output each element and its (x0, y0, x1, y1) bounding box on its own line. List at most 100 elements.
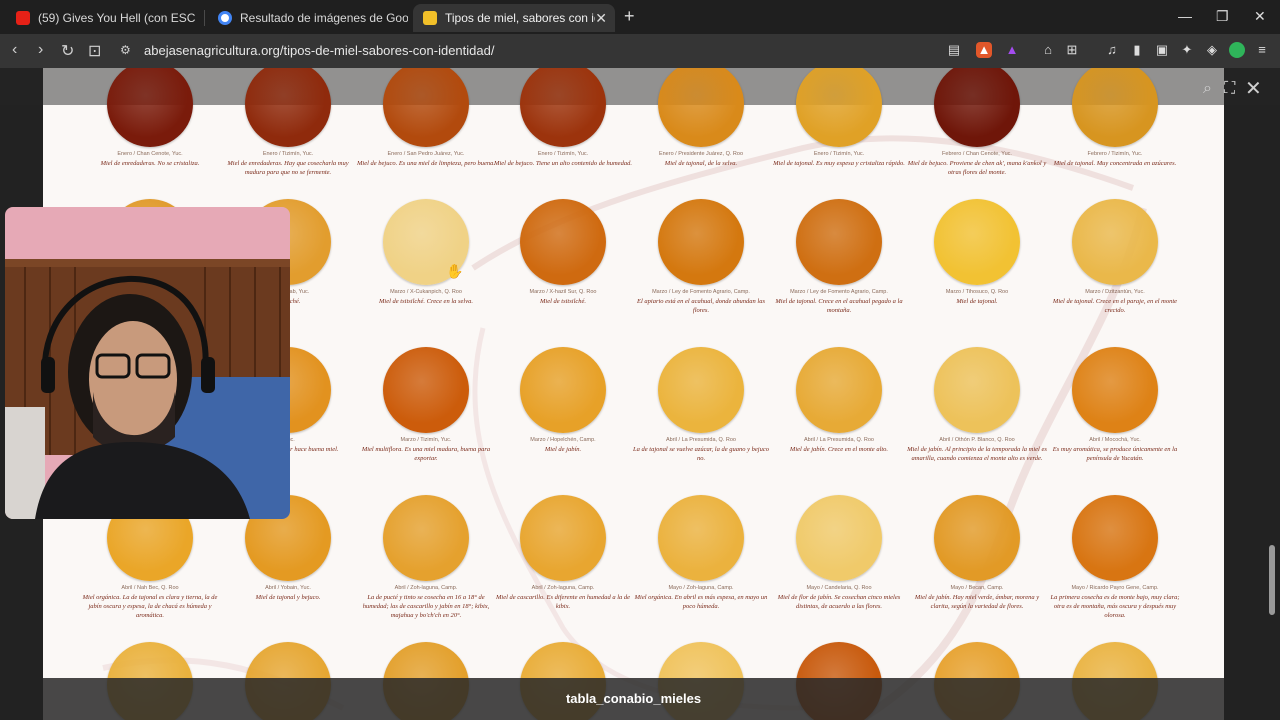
honey-caption: Mayo / Becan, Camp. Miel de jabín. Hay mi… (907, 584, 1047, 611)
close-window-button[interactable]: ✕ (1254, 8, 1266, 25)
image-caption: tabla_conabio_mieles (43, 678, 1224, 720)
honey-caption: Enero / Chan Cenote, Yuc. Miel de enredad… (80, 150, 220, 168)
honey-location: Enero / Presidente Juárez, Q. Roo (658, 151, 744, 157)
honey-description: Miel de tajonal. Crece en el acahual peg… (775, 298, 903, 314)
honey-location: Febrero / Tizimín, Yuc. (1087, 151, 1143, 157)
honey-description: La primera cosecha es de monte bajo, muy… (1050, 594, 1180, 619)
honey-location: Enero / Tizimín, Yuc. (262, 151, 314, 157)
screenshot-icon[interactable]: ⊞ (1064, 42, 1080, 58)
honey-description: Miel de cascarillo. Es diferente en hume… (495, 594, 631, 610)
rewards-icon[interactable]: ▲ (1004, 42, 1020, 58)
fullscreen-icon[interactable]: ⛶ (1224, 80, 1235, 98)
tab-youtube[interactable]: (59) Gives You Hell (con ESCENAS BO (6, 4, 196, 32)
reload-icon[interactable]: ↻ (61, 41, 74, 61)
honey-location: Marzo / X-hazil Sur, Q. Roo (529, 289, 597, 295)
honey-location: Marzo / Hopelchén, Camp. (530, 437, 596, 443)
honey-sample (658, 347, 744, 433)
honey-caption: Enero / Tizimín, Yuc. Miel de bejuco. Tie… (493, 150, 633, 168)
leo-ai-icon[interactable]: ✦ (1179, 42, 1195, 58)
honey-location: Abril / Zoh-laguna, Camp. (531, 585, 595, 591)
honey-caption: Marzo / X-hazil Sur, Q. Roo Miel de tsits… (493, 288, 633, 306)
tab-title: Tipos de miel, sabores con identi (445, 11, 595, 25)
honey-description: Miel de tsitsilché. (539, 298, 587, 305)
bookmark-icon[interactable]: ⊡ (88, 41, 101, 61)
honey-location: Marzo / Ley de Fomento Agrario, Camp. (790, 289, 888, 295)
extensions-icon[interactable]: ⌂ (1040, 42, 1056, 58)
tab-separator (204, 10, 205, 26)
music-icon[interactable]: ♫ (1104, 42, 1120, 58)
honey-location: Abril / Yobain, Yuc. (265, 585, 311, 591)
forward-icon[interactable]: › (38, 41, 43, 59)
honey-description: Miel de tajonal, de la selva. (664, 160, 738, 167)
honey-location: Mayo / Zoh-laguna, Camp. (668, 585, 734, 591)
honey-location: Enero / San Pedro Juárez, Yuc. (387, 151, 465, 157)
menu-icon[interactable]: ≡ (1254, 42, 1270, 58)
sidebar-icon[interactable]: ▮ (1129, 42, 1145, 58)
honey-location: Marzo / Ley de Fomento Agrario, Camp. (652, 289, 750, 295)
honey-sample (934, 495, 1020, 581)
honey-caption: Abril / Mocochá, Yuc. Es muy aromática, s… (1045, 436, 1185, 463)
credits-vertical-text (1210, 128, 1218, 648)
honey-caption: Marzo / Tizimín, Yuc. Miel multiflora. Es… (356, 436, 496, 463)
honey-description: Miel de tajonal y bejuco. (255, 594, 321, 601)
honey-caption: Enero / Presidente Juárez, Q. Roo Miel de… (631, 150, 771, 168)
honey-description: Miel de bejuco. Tiene un alto contenido … (494, 160, 632, 167)
honey-description: Miel de jabín. Crece en el monte alto. (789, 446, 889, 453)
close-lightbox-icon[interactable]: ✕ (1245, 76, 1262, 101)
honey-caption: Marzo / Hopelchén, Camp. Miel de jabín. (493, 436, 633, 454)
honey-sample (934, 347, 1020, 433)
honey-description: Miel de tajonal. (956, 298, 998, 305)
honey-sample (796, 495, 882, 581)
honey-location: Abril / La Presumida, Q. Roo (665, 437, 736, 443)
close-tab-icon[interactable]: ✕ (595, 10, 607, 27)
back-icon[interactable]: ‹ (12, 41, 17, 59)
honey-description: Miel de enredaderas. No se cristaliza. (100, 160, 200, 167)
maximize-button[interactable]: ❐ (1216, 8, 1229, 25)
new-tab-button[interactable]: + (624, 6, 635, 27)
honey-description: La de pucté y tinto se cosecha en 16 a 1… (362, 594, 490, 619)
zoom-icon[interactable]: ⌕ (1203, 80, 1212, 98)
honey-caption: Abril / Yobain, Yuc. Miel de tajonal y be… (218, 584, 358, 602)
honey-caption: Abril / Nah Bec, Q. Roo Miel orgánica. La… (80, 584, 220, 620)
honey-caption: Marzo / Tihosuco, Q. Roo Miel de tajonal. (907, 288, 1047, 306)
honey-caption: Enero / Tizimín, Yuc. Miel de tajonal. Es… (769, 150, 909, 168)
honey-location: Enero / Tizimín, Yuc. (813, 151, 865, 157)
address-bar[interactable]: abejasenagricultura.org/tipos-de-miel-sa… (144, 43, 494, 58)
page-scrollbar[interactable] (1268, 143, 1276, 713)
lightbox-top-fade (43, 68, 1224, 105)
reader-mode-icon[interactable]: ▤ (946, 42, 962, 58)
honey-description: Miel de tsitsilché. Crece en la selva. (379, 298, 473, 305)
honey-description: Miel de tajonal. Crece en el paraje, en … (1052, 298, 1178, 314)
honey-description: Miel de jabín. Al principio de la tempor… (907, 446, 1047, 462)
honey-location: Marzo / Tihosuco, Q. Roo (945, 289, 1009, 295)
honey-description: Miel de tajonal. Muy concentrada en azúc… (1053, 160, 1177, 167)
honey-description: Miel de bejuco. Es una miel de limpieza,… (356, 160, 496, 167)
tab-tipos-de-miel[interactable]: Tipos de miel, sabores con identi ✕ (413, 4, 615, 32)
scrollbar-thumb[interactable] (1269, 545, 1275, 615)
honey-location: Marzo / Tizimín, Yuc. (400, 437, 452, 443)
profile-avatar-icon[interactable] (1229, 42, 1245, 58)
minimize-button[interactable]: — (1178, 8, 1192, 24)
honey-caption: Febrero / Tizimín, Yuc. Miel de tajonal. … (1045, 150, 1185, 168)
youtube-icon (16, 11, 30, 25)
honey-sample (1072, 199, 1158, 285)
honey-description: Miel de tajonal. Es muy espesa y cristal… (773, 160, 905, 167)
honey-caption: Febrero / Chan Cenote, Yuc. Miel de bejuc… (907, 150, 1047, 177)
tab-google-images[interactable]: Resultado de imágenes de Google (208, 4, 408, 32)
vpn-icon[interactable]: ◈ (1204, 42, 1220, 58)
honey-sample (520, 199, 606, 285)
site-info-icon[interactable]: ⚙ (120, 43, 131, 57)
honey-description: La de tajonal se vuelve azúcar, la de gu… (633, 446, 769, 462)
honey-sample (383, 495, 469, 581)
honey-description: Miel de jabín. (544, 446, 582, 453)
honey-sample (934, 199, 1020, 285)
honey-description: Es muy aromática, se produce únicamente … (1052, 446, 1178, 462)
wallet-icon[interactable]: ▣ (1154, 42, 1170, 58)
hand-cursor-icon: ✋ (446, 263, 464, 279)
honey-description: Miel de flor de jabín. Se cosechan cinco… (777, 594, 901, 610)
brave-shield-icon[interactable]: ▲ (976, 42, 992, 58)
honey-description: Miel de enredaderas. Hay que cosecharla … (227, 160, 349, 176)
honey-sample (1072, 495, 1158, 581)
google-icon (218, 11, 232, 25)
honey-caption: Abril / Zoh-laguna, Camp. Miel de cascari… (493, 584, 633, 611)
